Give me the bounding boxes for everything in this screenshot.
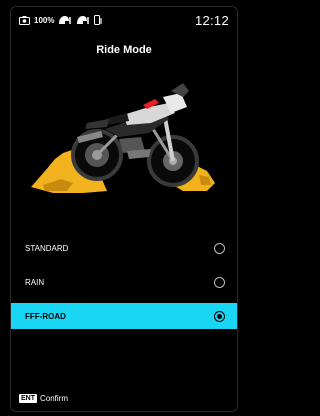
page-title: Ride Mode [96,44,152,56]
radio-button-selected[interactable] [214,310,225,322]
confirm-label: Confirm [40,394,69,403]
helmet-link-icon [59,16,72,24]
radio-button[interactable] [214,242,225,254]
ride-mode-label: FFF-ROAD [25,311,66,321]
status-left: 100% [19,15,195,25]
battery-level: 100% [34,15,55,25]
ride-mode-list: STANDARD RAIN FFF-ROAD [11,235,237,337]
ride-mode-standard[interactable]: STANDARD [11,235,237,261]
radio-button[interactable] [214,276,225,288]
motorcycle-illustration [31,83,215,193]
status-bar: 100% 12:12 [11,7,237,33]
clock: 12:12 [194,12,229,28]
ride-mode-off-road[interactable]: FFF-ROAD [11,303,237,329]
phone-link-icon [94,15,103,25]
ride-mode-rain[interactable]: RAIN [11,269,237,295]
ent-key-badge: ENT [19,394,37,403]
camera-battery-icon [19,15,30,25]
ride-mode-label: STANDARD [25,243,69,253]
device-screen: 100% 12:12 Ride Mode STANDARD RAIN FFF-R… [10,6,238,412]
ride-mode-label: RAIN [25,277,45,287]
helmet-link-icon [77,16,90,24]
footer-hint: ENT Confirm [19,394,68,403]
